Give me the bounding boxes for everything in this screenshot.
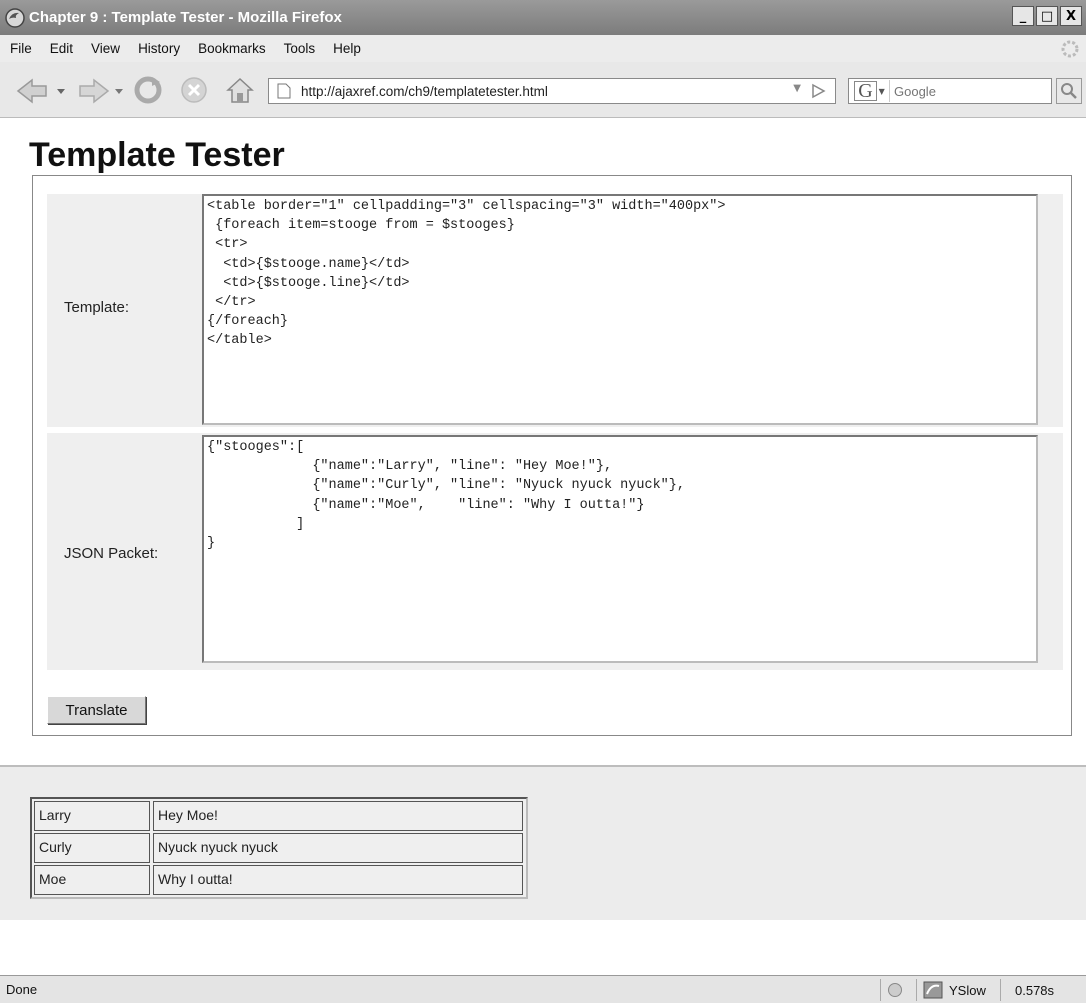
result-line-cell: Nyuck nyuck nyuck	[153, 833, 523, 863]
google-icon: G	[854, 81, 877, 101]
load-time: 0.578s	[1015, 982, 1055, 998]
result-table: Larry Hey Moe! Curly Nyuck nyuck nyuck M…	[30, 797, 528, 899]
search-engine-selector[interactable]: G ▼	[850, 80, 890, 102]
throbber-icon	[1061, 40, 1079, 58]
result-area: Larry Hey Moe! Curly Nyuck nyuck nyuck M…	[0, 767, 1086, 920]
back-icon[interactable]	[14, 76, 54, 106]
url-text[interactable]: http://ajaxref.com/ch9/templatetester.ht…	[301, 84, 548, 99]
check-icon[interactable]	[887, 982, 903, 998]
chevron-down-icon: ▼	[878, 86, 885, 96]
reload-icon[interactable]	[132, 74, 164, 106]
menu-view[interactable]: View	[91, 41, 120, 56]
table-row: Curly Nyuck nyuck nyuck	[34, 833, 524, 863]
menu-help[interactable]: Help	[333, 41, 361, 56]
yslow-icon	[923, 981, 943, 999]
result-line-cell: Hey Moe!	[153, 801, 523, 831]
table-row: Larry Hey Moe!	[34, 801, 524, 831]
menu-tools[interactable]: Tools	[284, 41, 316, 56]
translate-button[interactable]: Translate	[47, 696, 146, 724]
navigation-toolbar: http://ajaxref.com/ch9/templatetester.ht…	[0, 62, 1086, 118]
minimize-button[interactable]: _	[1012, 6, 1034, 26]
home-icon[interactable]	[224, 74, 256, 106]
magnifier-icon	[1061, 83, 1077, 99]
maximize-button[interactable]: □	[1036, 6, 1058, 26]
status-bar: Done YSlow 0.578s	[0, 975, 1086, 1003]
window-titlebar[interactable]: Chapter 9 : Template Tester - Mozilla Fi…	[0, 0, 1086, 35]
json-label: JSON Packet:	[64, 545, 159, 562]
result-line-cell: Why I outta!	[153, 865, 523, 895]
url-dropdown-icon[interactable]: ▼	[793, 83, 801, 94]
status-text: Done	[6, 982, 38, 997]
search-bar[interactable]: G ▼	[848, 78, 1052, 104]
json-row: JSON Packet: {"stooges":[ {"name":"Larry…	[47, 433, 1063, 670]
result-name-cell: Larry	[34, 801, 150, 831]
stop-icon[interactable]	[178, 74, 210, 106]
yslow-label: YSlow	[949, 982, 986, 998]
menu-history[interactable]: History	[138, 41, 180, 56]
template-row: Template: <table border="1" cellpadding=…	[47, 194, 1063, 427]
page-icon	[277, 83, 291, 99]
template-label: Template:	[64, 299, 130, 316]
page-content: Template Tester Template: <table border=…	[0, 119, 1086, 975]
table-row: Moe Why I outta!	[34, 865, 524, 895]
load-time-panel: 0.578s	[1000, 979, 1080, 1001]
result-name-cell: Moe	[34, 865, 150, 895]
json-textarea[interactable]: {"stooges":[ {"name":"Larry", "line": "H…	[202, 435, 1038, 663]
forward-icon[interactable]	[76, 76, 112, 106]
menu-bookmarks[interactable]: Bookmarks	[198, 41, 266, 56]
template-textarea[interactable]: <table border="1" cellpadding="3" cellsp…	[202, 194, 1038, 425]
close-button[interactable]: X	[1060, 6, 1082, 26]
firefox-icon	[5, 7, 25, 28]
page-title: Template Tester	[29, 136, 285, 174]
template-form: Template: <table border="1" cellpadding=…	[32, 175, 1072, 736]
forward-dropdown-icon[interactable]	[114, 86, 124, 96]
result-name-cell: Curly	[34, 833, 150, 863]
search-input[interactable]	[894, 83, 1044, 99]
window-title: Chapter 9 : Template Tester - Mozilla Fi…	[29, 9, 342, 26]
menu-file[interactable]: File	[10, 41, 32, 56]
go-icon[interactable]	[809, 82, 827, 100]
search-button[interactable]	[1056, 78, 1082, 104]
url-bar[interactable]: http://ajaxref.com/ch9/templatetester.ht…	[268, 78, 836, 104]
menu-bar: File Edit View History Bookmarks Tools H…	[0, 35, 1086, 62]
yslow-panel[interactable]: YSlow	[916, 979, 998, 1001]
status-panel	[880, 979, 914, 1001]
menu-edit[interactable]: Edit	[50, 41, 73, 56]
back-dropdown-icon[interactable]	[56, 86, 66, 96]
